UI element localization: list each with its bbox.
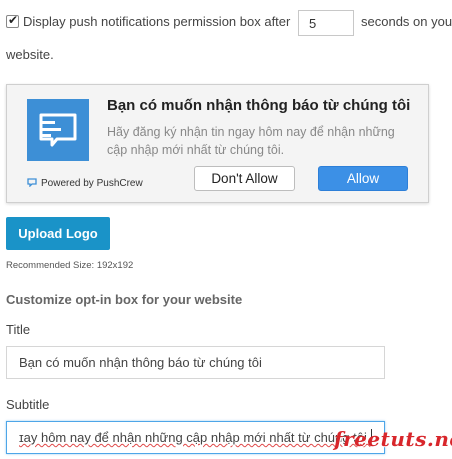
dont-allow-button[interactable]: Don't Allow — [194, 166, 295, 191]
preview-subtitle: Hãy đăng ký nhận tin ngay hôm nay để nhậ… — [107, 125, 395, 157]
subtitle-field-label: Subtitle — [6, 397, 50, 412]
delay-checkbox[interactable]: ✔ — [6, 13, 19, 28]
allow-button[interactable]: Allow — [318, 166, 408, 191]
preview-title: Bạn có muốn nhận thông báo từ chúng tôi — [107, 97, 411, 114]
watermark-text: freetuts.net — [334, 427, 452, 451]
powered-by-text: Powered by PushCrew — [41, 178, 143, 189]
title-input[interactable]: Bạn có muốn nhận thông báo từ chúng tôi — [6, 346, 385, 379]
checkmark-icon: ✔ — [8, 13, 19, 27]
delay-label-before: Display push notifications permission bo… — [23, 14, 291, 29]
subtitle-input[interactable]: ɪay hôm nay để nhận những cập nhập mới n… — [6, 421, 385, 454]
delay-seconds-input[interactable] — [298, 10, 354, 36]
powered-by: Powered by PushCrew — [27, 177, 143, 189]
subtitle-input-text: ɪay hôm nay để nhận những cập nhập mới n… — [19, 430, 371, 445]
recommended-size-note: Recommended Size: 192x192 — [6, 260, 134, 271]
upload-logo-button[interactable]: Upload Logo — [6, 217, 110, 250]
optin-preview-box: Bạn có muốn nhận thông báo từ chúng tôi … — [6, 84, 429, 203]
customize-heading: Customize opt-in box for your website — [6, 292, 243, 307]
title-field-label: Title — [6, 322, 31, 337]
pushcrew-logo-icon — [39, 113, 77, 147]
pushcrew-small-icon — [27, 178, 37, 187]
delay-label-after: seconds on you — [361, 14, 452, 29]
delay-label-wrap: website. — [6, 47, 54, 62]
site-logo — [27, 99, 89, 161]
